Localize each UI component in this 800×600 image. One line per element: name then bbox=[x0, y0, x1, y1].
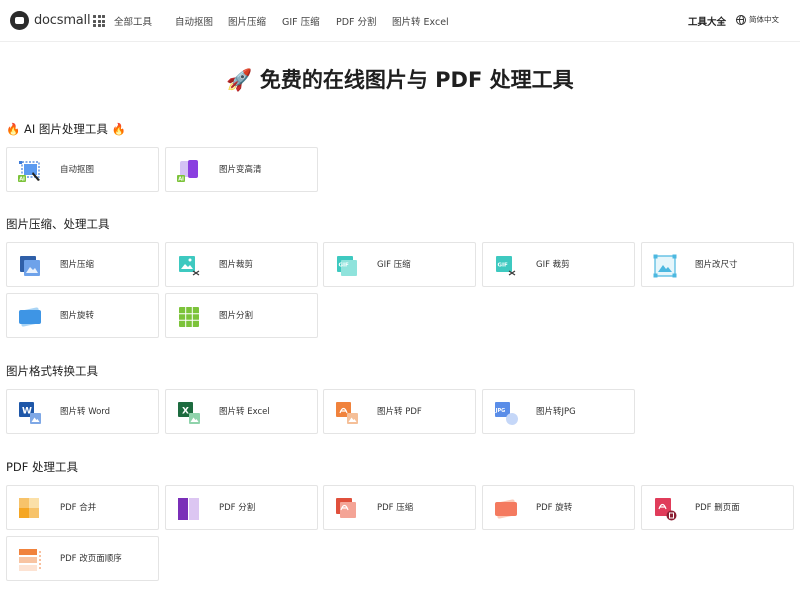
tool-label: 图片旋转 bbox=[60, 311, 95, 321]
tool-card-pdf-merge[interactable]: PDF 合并 bbox=[6, 485, 159, 530]
tool-card-gif-compress[interactable]: GIF GIF 压缩 bbox=[323, 242, 476, 287]
section-title-pdf-tools: PDF 处理工具 bbox=[6, 460, 79, 474]
tool-label: PDF 分割 bbox=[219, 503, 256, 513]
nav-image-compress[interactable]: 图片压缩 bbox=[228, 14, 266, 28]
tool-card-gif-crop[interactable]: GIF GIF 裁剪 bbox=[482, 242, 635, 287]
nav-pdf-split[interactable]: PDF 分割 bbox=[336, 14, 377, 28]
gif-crop-icon: GIF bbox=[496, 256, 516, 276]
image-crop-icon bbox=[179, 256, 200, 276]
tool-label: 图片转 PDF bbox=[377, 407, 422, 417]
tool-label: GIF 压缩 bbox=[377, 260, 411, 270]
language-switcher[interactable]: 简体中文 bbox=[736, 14, 779, 25]
tool-label: 图片转 Word bbox=[60, 407, 111, 417]
svg-text:GIF: GIF bbox=[339, 263, 350, 269]
top-nav-bar: docsmall 全部工具 自动抠图 图片压缩 GIF 压缩 PDF 分割 图片… bbox=[0, 0, 800, 42]
tool-card-pdf-delete-page[interactable]: PDF 删页面 bbox=[641, 485, 794, 530]
tool-label: 自动抠图 bbox=[60, 165, 95, 175]
image-split-icon bbox=[179, 307, 199, 327]
section-title-image-tools: 图片压缩、处理工具 bbox=[6, 217, 110, 231]
tool-card-pdf-compress[interactable]: PDF 压缩 bbox=[323, 485, 476, 530]
pdf-rotate-icon bbox=[494, 499, 518, 519]
logo[interactable]: docsmall bbox=[10, 11, 91, 30]
tool-label: PDF 压缩 bbox=[377, 503, 414, 513]
pdf-icon bbox=[336, 402, 358, 424]
nav-image-to-excel[interactable]: 图片转 Excel bbox=[392, 14, 449, 28]
pdf-delete-page-icon bbox=[655, 498, 677, 521]
tool-label: PDF 改页面顺序 bbox=[60, 554, 122, 564]
nav-all-tools[interactable]: 全部工具 bbox=[114, 14, 152, 28]
grid-menu-icon[interactable] bbox=[93, 15, 105, 27]
tool-card-image-to-jpg[interactable]: JPG 图片转JPG bbox=[482, 389, 635, 434]
nav-gif-compress[interactable]: GIF 压缩 bbox=[282, 14, 320, 28]
nav-tools-catalog[interactable]: 工具大全 bbox=[688, 14, 726, 28]
tool-card-pdf-rotate[interactable]: PDF 旋转 bbox=[482, 485, 635, 530]
tool-card-image-to-excel[interactable]: X 图片转 Excel bbox=[165, 389, 318, 434]
page-title: 🚀 免费的在线图片与 PDF 处理工具 bbox=[226, 68, 574, 92]
pdf-compress-icon bbox=[336, 498, 356, 518]
pdf-merge-icon bbox=[19, 498, 39, 518]
ai-enhance-icon: AI bbox=[177, 160, 198, 183]
ai-cutout-icon: AI bbox=[18, 161, 40, 183]
tool-card-image-split[interactable]: 图片分割 bbox=[165, 293, 318, 338]
tool-label: GIF 裁剪 bbox=[536, 260, 570, 270]
image-compress-icon bbox=[20, 256, 40, 276]
nav-auto-cutout[interactable]: 自动抠图 bbox=[175, 14, 213, 28]
svg-text:AI: AI bbox=[178, 177, 184, 183]
tool-label: 图片转JPG bbox=[536, 407, 576, 417]
tool-card-image-crop[interactable]: 图片裁剪 bbox=[165, 242, 318, 287]
image-resize-icon bbox=[653, 254, 677, 278]
tool-card-image-to-pdf[interactable]: 图片转 PDF bbox=[323, 389, 476, 434]
tool-label: PDF 删页面 bbox=[695, 503, 740, 513]
pdf-split-icon bbox=[178, 498, 199, 520]
pdf-reorder-icon bbox=[19, 549, 41, 571]
section-title-format-convert: 图片格式转换工具 bbox=[6, 364, 98, 378]
language-label: 简体中文 bbox=[749, 15, 779, 24]
excel-icon: X bbox=[178, 402, 200, 424]
tool-card-image-to-word[interactable]: W 图片转 Word bbox=[6, 389, 159, 434]
tool-label: 图片转 Excel bbox=[219, 407, 270, 417]
image-rotate-icon bbox=[18, 307, 42, 327]
tool-card-auto-cutout[interactable]: AI 自动抠图 bbox=[6, 147, 159, 192]
tool-card-image-rotate[interactable]: 图片旋转 bbox=[6, 293, 159, 338]
tool-label: PDF 旋转 bbox=[536, 503, 573, 513]
section-title-ai: 🔥 AI 图片处理工具 🔥 bbox=[6, 122, 126, 136]
tool-card-pdf-split[interactable]: PDF 分割 bbox=[165, 485, 318, 530]
tool-label: 图片改尺寸 bbox=[695, 260, 738, 270]
tool-card-pdf-reorder-pages[interactable]: PDF 改页面顺序 bbox=[6, 536, 159, 581]
tool-label: PDF 合并 bbox=[60, 503, 97, 513]
tool-label: 图片分割 bbox=[219, 311, 254, 321]
svg-text:AI: AI bbox=[19, 177, 25, 183]
svg-text:JPG: JPG bbox=[495, 408, 506, 414]
globe-icon bbox=[736, 14, 746, 25]
gif-compress-icon: GIF bbox=[337, 256, 357, 276]
tool-label: 图片压缩 bbox=[60, 260, 95, 270]
jpg-icon: JPG bbox=[495, 402, 518, 425]
svg-text:GIF: GIF bbox=[498, 263, 509, 269]
tool-card-image-resize[interactable]: 图片改尺寸 bbox=[641, 242, 794, 287]
svg-text:X: X bbox=[182, 407, 189, 417]
tool-card-image-enhance[interactable]: AI 图片变高清 bbox=[165, 147, 318, 192]
tool-label: 图片裁剪 bbox=[219, 260, 254, 270]
logo-mark-icon bbox=[10, 11, 29, 30]
tool-label: 图片变高清 bbox=[219, 165, 262, 175]
word-icon: W bbox=[19, 402, 41, 424]
logo-text: docsmall bbox=[34, 13, 91, 28]
tool-card-image-compress[interactable]: 图片压缩 bbox=[6, 242, 159, 287]
